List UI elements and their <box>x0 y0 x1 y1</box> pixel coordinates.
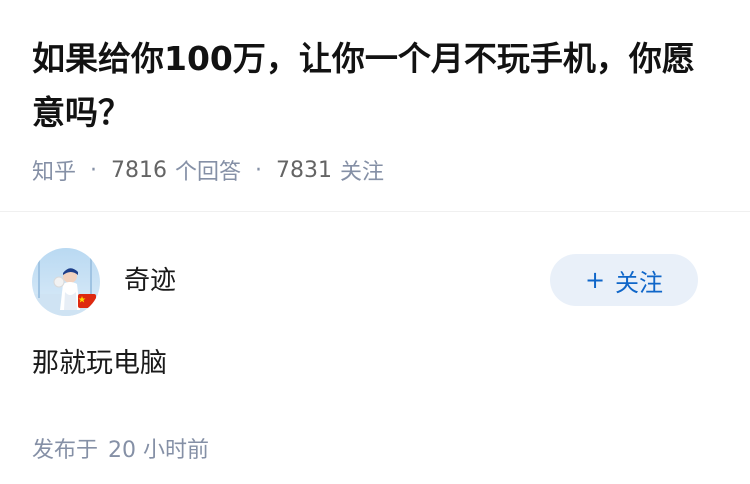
author-name[interactable]: 奇迹 <box>124 260 176 297</box>
author-row: 奇迹 + 关注 <box>32 246 718 346</box>
follow-count-label[interactable]: 关注 <box>340 154 384 186</box>
answer-count-label[interactable]: 个回答 <box>175 154 241 186</box>
question-header: 如果给你100万，让你一个月不玩手机，你愿意吗？ 知乎 · 7816 个回答 ·… <box>0 0 750 186</box>
question-meta: 知乎 · 7816 个回答 · 7831 关注 <box>32 154 718 186</box>
avatar[interactable] <box>32 248 100 316</box>
question-title[interactable]: 如果给你100万，让你一个月不玩手机，你愿意吗？ <box>32 32 718 140</box>
section-divider <box>0 211 750 212</box>
follow-button[interactable]: + 关注 <box>550 254 698 306</box>
timestamp-prefix: 发布于 <box>32 438 99 463</box>
meta-separator: · <box>255 157 263 183</box>
answer-timestamp: 发布于 20 小时前 <box>32 432 718 464</box>
follow-button-label: 关注 <box>615 268 664 297</box>
meta-separator: · <box>90 157 98 183</box>
answer-card: 奇迹 + 关注 那就玩电脑 发布于 20 小时前 <box>0 246 750 464</box>
plus-icon: + <box>584 266 606 294</box>
answer-content[interactable]: 那就玩电脑 <box>32 344 718 384</box>
china-flag-icon <box>78 294 96 308</box>
follow-count: 7831 <box>276 157 333 183</box>
timestamp-value: 20 小时前 <box>108 438 210 463</box>
answer-count: 7816 <box>111 157 168 183</box>
source-label[interactable]: 知乎 <box>32 154 76 186</box>
